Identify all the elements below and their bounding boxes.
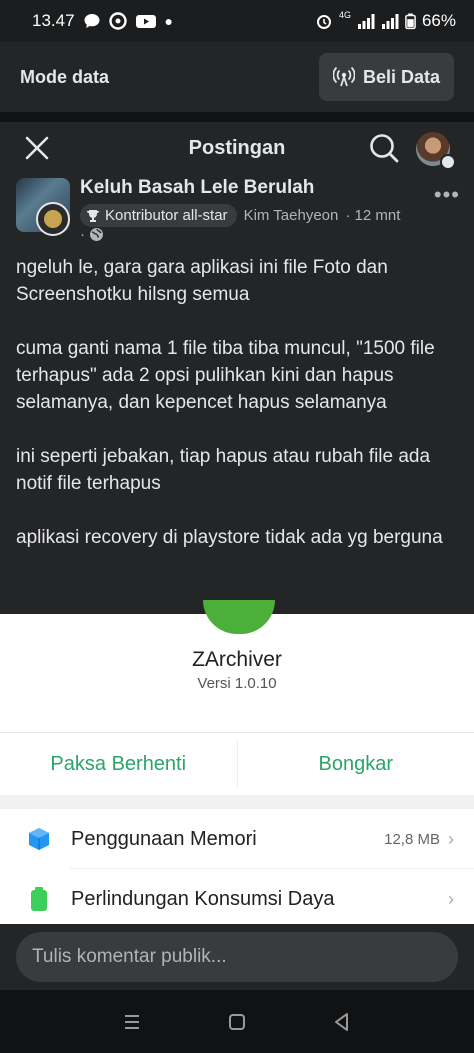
app-version: Versi 1.0.10 — [197, 675, 277, 692]
messenger-icon — [108, 12, 127, 30]
contributor-badge-label: Kontributor all-star — [105, 207, 228, 224]
chevron-down-icon — [440, 154, 456, 170]
force-stop-button: Paksa Berhenti — [50, 752, 187, 775]
post-body: ngeluh le, gara gara aplikasi ini file F… — [16, 254, 456, 551]
chevron-right-icon: › — [448, 888, 454, 909]
more-options-icon[interactable]: ••• — [434, 182, 460, 208]
alarm-icon — [316, 15, 331, 29]
privacy-separator: · — [80, 226, 85, 243]
post-time: · 12 mnt — [345, 207, 401, 224]
post-paragraph: ngeluh le, gara gara aplikasi ini file F… — [16, 257, 388, 305]
status-time: 13.47 — [32, 11, 75, 30]
group-avatar[interactable] — [16, 178, 70, 236]
attached-screenshot[interactable]: ZArchiver Versi 1.0.10 Paksa Berhenti Bo… — [0, 600, 474, 924]
comment-input[interactable]: Tulis komentar publik... — [16, 932, 458, 982]
signal-2-icon — [381, 14, 399, 29]
battery-percent: 66% — [421, 11, 456, 30]
post-paragraph: cuma ganti nama 1 file tiba tiba muncul,… — [16, 338, 435, 413]
memory-usage-label: Penggunaan Memori — [71, 827, 257, 850]
comment-placeholder: Tulis komentar publik... — [32, 946, 227, 967]
chat-bubble-icon — [84, 14, 100, 28]
profile-avatar[interactable] — [416, 132, 456, 170]
post-card: Postingan Keluh Basah Lele Berulah ••• K… — [0, 122, 474, 614]
data-mode-bar: Mode data Beli Data — [0, 42, 474, 112]
memory-usage-row: Penggunaan Memori 12,8 MB › — [0, 810, 474, 868]
uninstall-button: Bongkar — [318, 752, 394, 775]
post-meta: Kontributor all-star Kim Taehyeon · 12 m… — [80, 204, 400, 227]
divider — [70, 868, 474, 869]
post-paragraph: ini seperti jebakan, tiap hapus atau rub… — [16, 446, 431, 494]
post-privacy: · — [80, 226, 104, 243]
memory-usage-value: 12,8 MB — [384, 830, 440, 848]
battery-status-icon — [405, 13, 416, 30]
power-protection-row: Perlindungan Konsumsi Daya › — [0, 870, 474, 928]
youtube-icon — [135, 15, 156, 28]
app-name: ZArchiver — [192, 648, 282, 671]
buy-data-button[interactable]: Beli Data — [318, 53, 454, 101]
home-icon[interactable] — [223, 1008, 251, 1036]
author-name[interactable]: Kim Taehyeon — [244, 207, 339, 224]
contributor-badge[interactable]: Kontributor all-star — [80, 204, 237, 227]
back-icon[interactable] — [328, 1008, 356, 1036]
globe-icon — [90, 228, 103, 241]
comment-bar: Tulis komentar publik... — [0, 924, 474, 990]
post-paragraph: aplikasi recovery di playstore tidak ada… — [16, 527, 443, 548]
buy-data-label: Beli Data — [362, 66, 440, 87]
menu-icon[interactable] — [118, 1008, 146, 1036]
search-icon[interactable] — [368, 132, 400, 164]
post-header: Postingan — [0, 122, 474, 174]
power-protection-label: Perlindungan Konsumsi Daya — [71, 887, 335, 910]
network-type: 4G — [338, 10, 351, 20]
data-mode-title: Mode data — [20, 66, 110, 87]
status-bar: 13.47 ● 4G 66% — [0, 0, 474, 42]
close-icon[interactable] — [22, 133, 52, 163]
divider — [0, 112, 474, 122]
section-gap — [0, 795, 474, 809]
page-title: Postingan — [188, 136, 286, 159]
system-nav-bar — [0, 990, 474, 1053]
battery-icon — [31, 887, 47, 911]
signal-icon — [357, 14, 375, 29]
group-name[interactable]: Keluh Basah Lele Berulah — [80, 177, 314, 199]
more-notifications-dot: ● — [164, 13, 174, 29]
memory-cube-icon — [29, 828, 49, 850]
trophy-icon — [87, 209, 99, 222]
app-action-row: Paksa Berhenti Bongkar — [0, 733, 474, 795]
chevron-right-icon: › — [448, 828, 454, 849]
zarchiver-logo-icon — [203, 600, 275, 634]
author-avatar-badge[interactable] — [36, 202, 70, 236]
broadcast-icon — [332, 66, 355, 87]
